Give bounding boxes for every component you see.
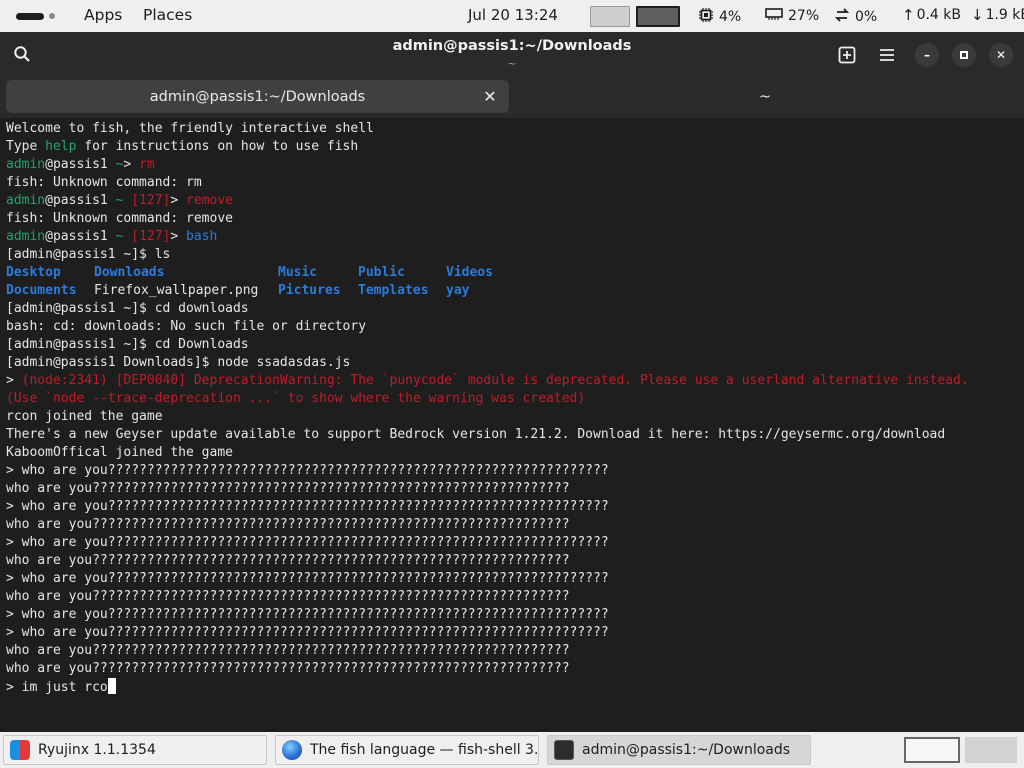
terminal-line: fish: Unknown command: remove: [6, 211, 233, 226]
taskbar-item-ryujinx[interactable]: Ryujinx 1.1.1354: [3, 735, 267, 765]
maximize-button[interactable]: [952, 43, 976, 67]
workspace-switcher-2[interactable]: [965, 737, 1017, 763]
terminal-line: Type help for instructions on how to use…: [6, 139, 359, 154]
swap-value: 0%: [855, 8, 878, 25]
apps-menu[interactable]: Apps: [84, 6, 122, 24]
workspace-dot: [49, 13, 55, 19]
terminal-line: rcon joined the game: [6, 409, 163, 424]
terminal-line: bash: cd: downloads: No such file or dir…: [6, 319, 367, 334]
window-title: admin@passis1:~/Downloads: [392, 38, 632, 54]
memory-indicator[interactable]: 27%: [765, 7, 819, 24]
workspace-switcher-1[interactable]: [904, 737, 960, 763]
terminal-line: who are you?????????????????????????????…: [6, 661, 570, 676]
terminal-line: [admin@passis1 Downloads]$ node ssadasda…: [6, 355, 351, 370]
tab-label: admin@passis1:~/Downloads: [149, 88, 366, 105]
terminal-line: who are you?????????????????????????????…: [6, 643, 570, 658]
terminal-line: who are you?????????????????????????????…: [6, 553, 570, 568]
taskbar-item-label: Ryujinx 1.1.1354: [38, 742, 156, 758]
swap-icon: [834, 7, 850, 26]
cpu-value: 4%: [719, 8, 742, 25]
tab-bar: admin@passis1:~/Downloads ✕ ~: [0, 78, 1024, 118]
window-subtitle: ~: [507, 57, 517, 70]
terminal-line: who are you?????????????????????????????…: [6, 481, 570, 496]
warning-line: > (node:2341) [DEP0040] DeprecationWarni…: [6, 373, 969, 388]
terminal-line: KaboomOffical joined the game: [6, 445, 233, 460]
terminal-line: who are you?????????????????????????????…: [6, 517, 570, 532]
minimize-button[interactable]: –: [915, 43, 939, 67]
close-button[interactable]: ✕: [989, 43, 1013, 67]
terminal-input-line[interactable]: > im just rco: [6, 678, 1024, 696]
activities-button[interactable]: [16, 12, 55, 20]
ls-output-row: Documents Firefox_wallpaper.png Pictures Te…: [6, 283, 470, 298]
terminal-line: admin@passis1 ~ [127]> bash: [6, 229, 218, 244]
net-down-value: 1.9 kB: [985, 7, 1024, 23]
maximize-icon: [960, 51, 968, 59]
arrow-up-icon: ↑: [902, 5, 915, 24]
close-icon: ✕: [995, 48, 1007, 62]
terminal-line: [admin@passis1 ~]$ cd downloads: [6, 301, 249, 316]
tab-downloads[interactable]: admin@passis1:~/Downloads ✕: [6, 80, 509, 113]
net-up-indicator[interactable]: ↑ 0.4 kB: [902, 7, 961, 23]
clock[interactable]: Jul 20 13:24: [468, 6, 558, 24]
terminal-output[interactable]: Welcome to fish, the friendly interactiv…: [0, 118, 1024, 730]
minimize-icon: –: [924, 48, 930, 62]
menu-button[interactable]: [874, 42, 900, 68]
terminal-line: > who are you???????????????????????????…: [6, 463, 609, 478]
net-down-indicator[interactable]: ↓ 1.9 kB: [971, 7, 1024, 23]
places-menu[interactable]: Places: [143, 6, 192, 24]
terminal-headerbar: admin@passis1:~/Downloads ~ – ✕: [0, 32, 1024, 78]
close-tab-icon[interactable]: ✕: [481, 87, 499, 106]
terminal-line: fish: Unknown command: rm: [6, 175, 202, 190]
arrow-down-icon: ↓: [971, 5, 984, 24]
taskbar-item-terminal[interactable]: admin@passis1:~/Downloads: [547, 735, 811, 765]
tab-label: ~: [758, 88, 772, 105]
cpu-indicator[interactable]: 4%: [698, 7, 741, 26]
text-cursor: [107, 678, 116, 694]
terminal-line: admin@passis1 ~> rm: [6, 157, 155, 172]
tab-home[interactable]: ~: [515, 80, 1015, 113]
workspace-thumbnail-1[interactable]: [590, 6, 630, 27]
terminal-line: [admin@passis1 ~]$ ls: [6, 247, 171, 262]
top-panel: Apps Places Jul 20 13:24 4% 27% 0% ↑ 0.4…: [0, 0, 1024, 32]
terminal-line: There's a new Geyser update available to…: [6, 427, 946, 442]
terminal-icon: [554, 740, 574, 760]
memory-icon: [765, 7, 783, 24]
new-tab-button[interactable]: [834, 42, 860, 68]
taskbar-item-label: The fish language — fish-shell 3.7...: [310, 742, 539, 758]
terminal-line: > who are you???????????????????????????…: [6, 571, 609, 586]
ls-output-row: Desktop Downloads Music Public Videos: [6, 265, 493, 280]
memory-value: 27%: [788, 7, 820, 24]
terminal-line: admin@passis1 ~ [127]> remove: [6, 193, 234, 208]
terminal-line: > who are you???????????????????????????…: [6, 499, 609, 514]
terminal-line: Welcome to fish, the friendly interactiv…: [6, 121, 374, 136]
terminal-line: who are you?????????????????????????????…: [6, 589, 570, 604]
ryujinx-icon: [10, 740, 30, 760]
taskbar-item-label: admin@passis1:~/Downloads: [582, 742, 791, 758]
workspace-thumbnail-2[interactable]: [636, 6, 680, 27]
swap-indicator[interactable]: 0%: [834, 7, 877, 26]
browser-icon: [282, 740, 302, 760]
new-tab-icon: [838, 46, 856, 64]
taskbar-item-browser[interactable]: The fish language — fish-shell 3.7...: [275, 735, 539, 765]
terminal-line: [admin@passis1 ~]$ cd Downloads: [6, 337, 249, 352]
terminal-line: > who are you???????????????????????????…: [6, 607, 609, 622]
terminal-line: > who are you???????????????????????????…: [6, 535, 609, 550]
window-list: Ryujinx 1.1.1354 The fish language — fis…: [0, 732, 1024, 768]
hamburger-icon: [880, 49, 894, 61]
terminal-line: > who are you???????????????????????????…: [6, 625, 609, 640]
cpu-icon: [698, 7, 714, 26]
active-workspace-indicator: [16, 12, 44, 20]
net-up-value: 0.4 kB: [916, 7, 962, 23]
warning-line: (Use `node --trace-deprecation ...` to s…: [6, 391, 586, 406]
